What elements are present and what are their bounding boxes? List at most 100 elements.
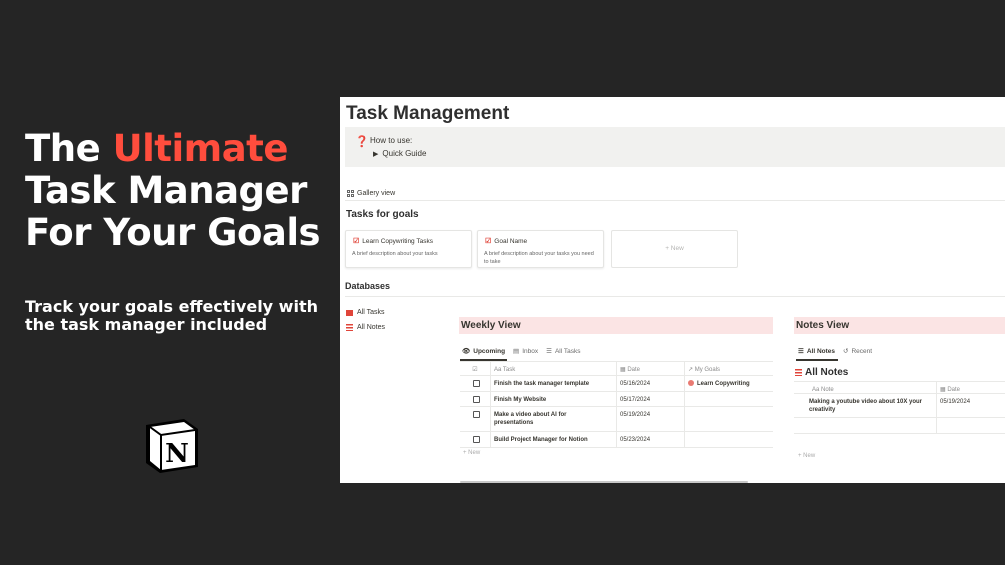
promo-title-accent: Ultimate [112,127,289,170]
tab-all-tasks[interactable]: ☰ All Tasks [546,347,581,356]
notes-view-tabs: ☰ All Notes ↺ Recent [798,347,873,356]
gallery-view-label: Gallery view [357,190,396,197]
databases-heading: Databases [345,281,391,291]
task-name[interactable]: Finish My Website [490,392,616,406]
divider [345,296,1005,297]
column-header-goals[interactable]: ↗ My Goals [684,362,773,375]
task-checkbox[interactable] [473,380,480,387]
all-notes-label: All Notes [357,324,386,331]
tasks-for-goals-heading: Tasks for goals [346,209,419,220]
task-goal-label: Learn Copywriting [697,381,750,387]
task-date[interactable]: 05/17/2024 [616,392,684,406]
checkbox-cell[interactable] [460,376,490,391]
notion-logo-icon: N [146,419,198,473]
table-row[interactable]: Make a video about AI for presentations … [460,407,773,432]
task-date[interactable]: 05/19/2024 [616,407,684,431]
task-goal[interactable] [684,392,773,406]
gallery-card[interactable]: ☑ Goal Name A brief description about you… [477,230,604,268]
question-icon: ❓ [355,136,369,148]
task-goal[interactable] [684,432,773,447]
table-header-row: ☑ Aa Task ▦ Date ↗ My Goals [460,362,773,376]
notion-logo-letter: N [165,439,189,469]
promo-heading: The Ultimate Task Manager For Your Goals [25,128,325,254]
column-header-date[interactable]: ▦ Date [616,362,684,375]
task-name[interactable]: Build Project Manager for Notion [490,432,616,447]
goal-dot-icon [688,380,694,386]
column-header-note[interactable]: Aa Note [794,382,936,393]
table-row[interactable]: Finish the task manager template 05/16/2… [460,376,773,392]
task-goal[interactable]: Learn Copywriting [684,376,773,391]
table-header-row: Aa Note ▦ Date [794,382,1005,394]
table-row[interactable]: Making a youtube video about 10X your cr… [794,394,1005,418]
promo-title-line2: Task Manager [25,169,307,212]
divider [345,200,1005,201]
card-description: A brief description about your tasks [352,251,438,257]
tab-upcoming[interactable]: 👁 Upcoming [462,347,506,356]
new-card-label: + New [665,245,684,252]
eye-icon: 👁 [462,348,471,355]
all-notes-heading: All Notes [795,367,848,378]
tab-all-notes-label: All Notes [806,347,835,355]
list-icon: ☰ [546,348,552,355]
tab-all-tasks-label: All Tasks [554,347,581,355]
tab-all-notes[interactable]: ☰ All Notes [798,347,835,356]
table-row[interactable]: Build Project Manager for Notion 05/23/2… [460,432,773,448]
promo-title: The Ultimate Task Manager For Your Goals [25,128,325,254]
weekly-view-header: Weekly View [459,317,773,334]
weekly-new-row-button[interactable]: + New [463,450,480,456]
tab-recent-label: Recent [851,347,873,355]
column-header-date[interactable]: ▦ Date [936,382,1005,393]
task-date[interactable]: 05/16/2024 [616,376,684,391]
quick-guide-toggle[interactable]: ▶ Quick Guide [373,149,426,158]
gallery-card[interactable]: ☑ Learn Copywriting Tasks A brief descrip… [345,230,472,268]
new-card-button[interactable]: + New [611,230,738,268]
relation-arrow-icon: ↗ [688,367,695,373]
gallery-view-tab[interactable]: Gallery view [347,190,395,197]
table-row[interactable] [794,418,1005,434]
all-tasks-link[interactable]: All Tasks [346,309,385,316]
list-icon: ☰ [798,348,804,355]
toggle-triangle-icon[interactable]: ▶ [373,151,378,158]
card-title: ☑ Learn Copywriting Tasks [353,237,433,246]
active-tab-underline [796,359,838,361]
select-all-checkbox-cell[interactable]: ☑ [460,362,490,375]
column-header-goals-label: My Goals [694,367,721,373]
all-notes-link[interactable]: All Notes [346,324,385,331]
notes-new-row-button[interactable]: + New [798,453,815,459]
all-tasks-label: All Tasks [357,309,385,316]
tab-inbox-label: Inbox [522,347,539,355]
checkbox-cell[interactable] [460,392,490,406]
note-name[interactable]: Making a youtube video about 10X your cr… [794,394,936,417]
checklist-icon [346,309,353,316]
inbox-icon: ▤ [513,348,520,355]
column-header-date-label: Date [627,367,641,373]
task-goal[interactable] [684,407,773,431]
note-date[interactable]: 05/19/2024 [936,394,1005,417]
task-name[interactable]: Make a video about AI for presentations [490,407,616,431]
tab-upcoming-label: Upcoming [473,347,506,355]
task-checkbox[interactable] [473,411,480,418]
table-row[interactable]: Finish My Website 05/17/2024 [460,392,773,407]
empty-cell[interactable] [936,418,1005,433]
task-date[interactable]: 05/23/2024 [616,432,684,447]
empty-cell[interactable] [794,418,936,433]
horizontal-scrollbar[interactable] [460,481,748,483]
quick-guide-label: Quick Guide [382,149,427,158]
column-header-date-label: Date [947,387,961,393]
promo-title-line3: For Your Goals [25,211,321,254]
checkbox-cell[interactable] [460,432,490,447]
task-checkbox[interactable] [473,436,480,443]
notion-screenshot: Task Management ❓ How to use: ▶ Quick Gui… [340,97,1005,483]
task-checkbox[interactable] [473,396,480,403]
history-icon: ↺ [843,348,849,355]
tab-recent[interactable]: ↺ Recent [843,347,873,356]
promo-subtitle-line2: the task manager included [25,315,268,334]
checkbox-cell[interactable] [460,407,490,431]
card-title-text: Goal Name [494,237,528,245]
tab-inbox[interactable]: ▤ Inbox [513,347,539,356]
notes-view-header: Notes View [794,317,1005,334]
checkbox-icon[interactable]: ☑ [472,367,477,373]
weekly-table: ☑ Aa Task ▦ Date ↗ My Goals Finish the t… [460,361,773,449]
task-name[interactable]: Finish the task manager template [490,376,616,391]
column-header-task[interactable]: Aa Task [490,362,616,375]
